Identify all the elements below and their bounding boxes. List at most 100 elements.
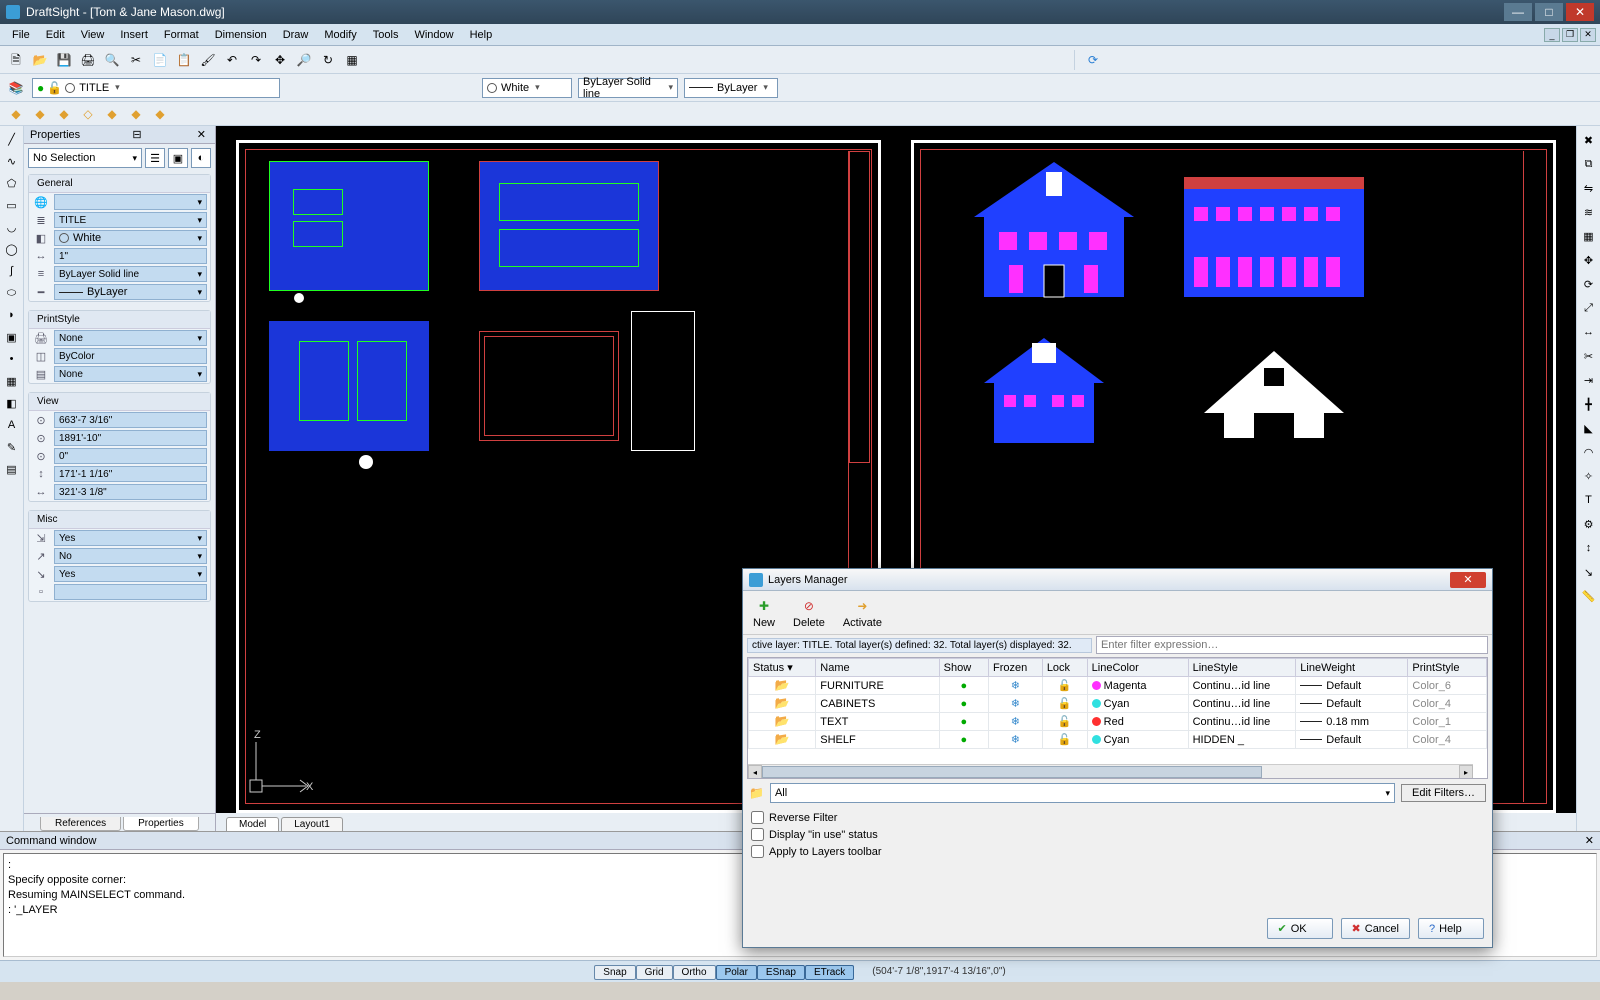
copy-entity-button[interactable]: ⧉ (1579, 154, 1599, 174)
circle-tool-button[interactable]: ◯ (3, 240, 21, 258)
ucsfollow-field[interactable]: No (54, 548, 207, 564)
column-linecolor[interactable]: LineColor (1087, 659, 1188, 677)
polygon-tool-button[interactable]: ⬠ (3, 174, 21, 192)
stretch-button[interactable]: ↔ (1579, 322, 1599, 342)
refresh-button[interactable]: ⟳ (1083, 50, 1103, 70)
scale-button[interactable]: ⤢ (1579, 298, 1599, 318)
tab-layout1[interactable]: Layout1 (281, 817, 343, 831)
print-button[interactable]: 🖨 (78, 50, 98, 70)
view-width-field[interactable]: 321'-3 1/8" (54, 484, 207, 500)
trim-button[interactable]: ✂ (1579, 346, 1599, 366)
annolock-field[interactable]: Yes (54, 530, 207, 546)
view-height-field[interactable]: 171'-1 1/16" (54, 466, 207, 482)
apply-toolbar-checkbox[interactable]: Apply to Layers toolbar (751, 843, 1484, 860)
dimension-button[interactable]: ↕ (1579, 538, 1599, 558)
panel-pin-icon[interactable]: ⊟ (129, 128, 144, 141)
point-tool-button[interactable]: • (3, 350, 21, 368)
layer-manager-button[interactable]: 📚 (6, 78, 26, 98)
tab-model[interactable]: Model (226, 817, 279, 831)
layer-row[interactable]: 📂SHELF●❄🔓CyanHIDDEN _DefaultColor_4 (749, 731, 1487, 749)
copy-button[interactable]: 📄 (150, 50, 170, 70)
menu-edit[interactable]: Edit (38, 27, 73, 43)
cut-button[interactable]: ✂ (126, 50, 146, 70)
menu-modify[interactable]: Modify (316, 27, 364, 43)
status-snap-button[interactable]: Snap (594, 965, 635, 980)
panel-close-icon[interactable]: ✕ (194, 128, 209, 141)
scroll-left-button[interactable]: ◂ (748, 765, 762, 779)
mirror-button[interactable]: ⇋ (1579, 178, 1599, 198)
save-button[interactable]: 💾 (54, 50, 74, 70)
paste-button[interactable]: 📋 (174, 50, 194, 70)
column-frozen[interactable]: Frozen (988, 659, 1042, 677)
text-tool-button[interactable]: A (3, 416, 21, 434)
current-layer-dropdown[interactable]: ● 🔓 TITLE (32, 78, 280, 98)
maximize-button[interactable]: □ (1535, 3, 1563, 21)
explode-button[interactable]: ✧ (1579, 466, 1599, 486)
printmode-field[interactable]: ByColor (54, 348, 207, 364)
menu-dimension[interactable]: Dimension (207, 27, 275, 43)
menu-tools[interactable]: Tools (365, 27, 407, 43)
menu-help[interactable]: Help (462, 27, 501, 43)
rebuild-button[interactable]: ↻ (318, 50, 338, 70)
center-z-field[interactable]: 0" (54, 448, 207, 464)
column-printstyle[interactable]: PrintStyle (1408, 659, 1487, 677)
column-status[interactable]: Status ▾ (749, 659, 816, 677)
color-field[interactable]: White (54, 230, 207, 246)
select-similar-button[interactable]: ◐ (191, 148, 211, 168)
fillet-button[interactable]: ◠ (1579, 442, 1599, 462)
undo-button[interactable]: ↶ (222, 50, 242, 70)
menu-file[interactable]: File (4, 27, 38, 43)
offset-button[interactable]: ≋ (1579, 202, 1599, 222)
menu-insert[interactable]: Insert (112, 27, 156, 43)
extra-field[interactable] (54, 584, 207, 600)
note-tool-button[interactable]: ✎ (3, 438, 21, 456)
linestyle-field[interactable]: ByLayer Solid line (54, 266, 207, 282)
iso-view-5-button[interactable]: ◆ (102, 104, 122, 124)
close-button[interactable]: ✕ (1566, 3, 1594, 21)
open-file-button[interactable]: 📂 (30, 50, 50, 70)
activate-layer-button[interactable]: ➜Activate (843, 597, 882, 629)
move-button[interactable]: ✥ (1579, 250, 1599, 270)
layers-table[interactable]: Status ▾NameShowFrozenLockLineColorLineS… (747, 657, 1488, 779)
lineweight-field[interactable]: ByLayer (54, 284, 207, 300)
menu-view[interactable]: View (73, 27, 113, 43)
status-polar-button[interactable]: Polar (716, 965, 757, 980)
doc-close-button[interactable]: ✕ (1580, 28, 1596, 42)
text-edit-button[interactable]: T (1579, 490, 1599, 510)
leader-button[interactable]: ↘ (1579, 562, 1599, 582)
rotate-button[interactable]: ⟳ (1579, 274, 1599, 294)
help-button[interactable]: ?Help (1418, 918, 1484, 939)
iso-view-3-button[interactable]: ◆ (54, 104, 74, 124)
line-tool-button[interactable]: ╱ (3, 130, 21, 148)
layer-filter-input[interactable] (1096, 636, 1488, 654)
ucssaved-field[interactable]: Yes (54, 566, 207, 582)
region-tool-button[interactable]: ◧ (3, 394, 21, 412)
minimize-button[interactable]: — (1504, 3, 1532, 21)
dialog-close-button[interactable]: ✕ (1450, 572, 1486, 588)
ok-button[interactable]: ✔OK (1267, 918, 1333, 939)
ellipse-arc-button[interactable]: ◗ (3, 306, 21, 324)
column-lock[interactable]: Lock (1042, 659, 1087, 677)
status-ortho-button[interactable]: Ortho (673, 965, 716, 980)
edit-filters-button[interactable]: Edit Filters… (1401, 784, 1486, 802)
iso-view-1-button[interactable]: ◆ (6, 104, 26, 124)
column-lineweight[interactable]: LineWeight (1296, 659, 1408, 677)
table-tool-button[interactable]: ▤ (3, 460, 21, 478)
gear-icon[interactable]: ⚙ (1579, 514, 1599, 534)
center-y-field[interactable]: 1891'-10" (54, 430, 207, 446)
extend-button[interactable]: ⇥ (1579, 370, 1599, 390)
layer-field[interactable]: TITLE (54, 212, 207, 228)
block-tool-button[interactable]: ▣ (3, 328, 21, 346)
status-etrack-button[interactable]: ETrack (805, 965, 854, 980)
hatch-tool-button[interactable]: ▦ (3, 372, 21, 390)
center-x-field[interactable]: 663'-7 3/16" (54, 412, 207, 428)
status-grid-button[interactable]: Grid (636, 965, 673, 980)
scroll-thumb[interactable] (762, 766, 1262, 778)
new-file-button[interactable]: 🗎 (6, 50, 26, 70)
menu-format[interactable]: Format (156, 27, 207, 43)
selection-type-dropdown[interactable]: No Selection (28, 148, 142, 168)
display-in-use-checkbox[interactable]: Display "in use" status (751, 826, 1484, 843)
printstyle-field[interactable]: None (54, 330, 207, 346)
erase-button[interactable]: ✖ (1579, 130, 1599, 150)
menu-window[interactable]: Window (406, 27, 461, 43)
